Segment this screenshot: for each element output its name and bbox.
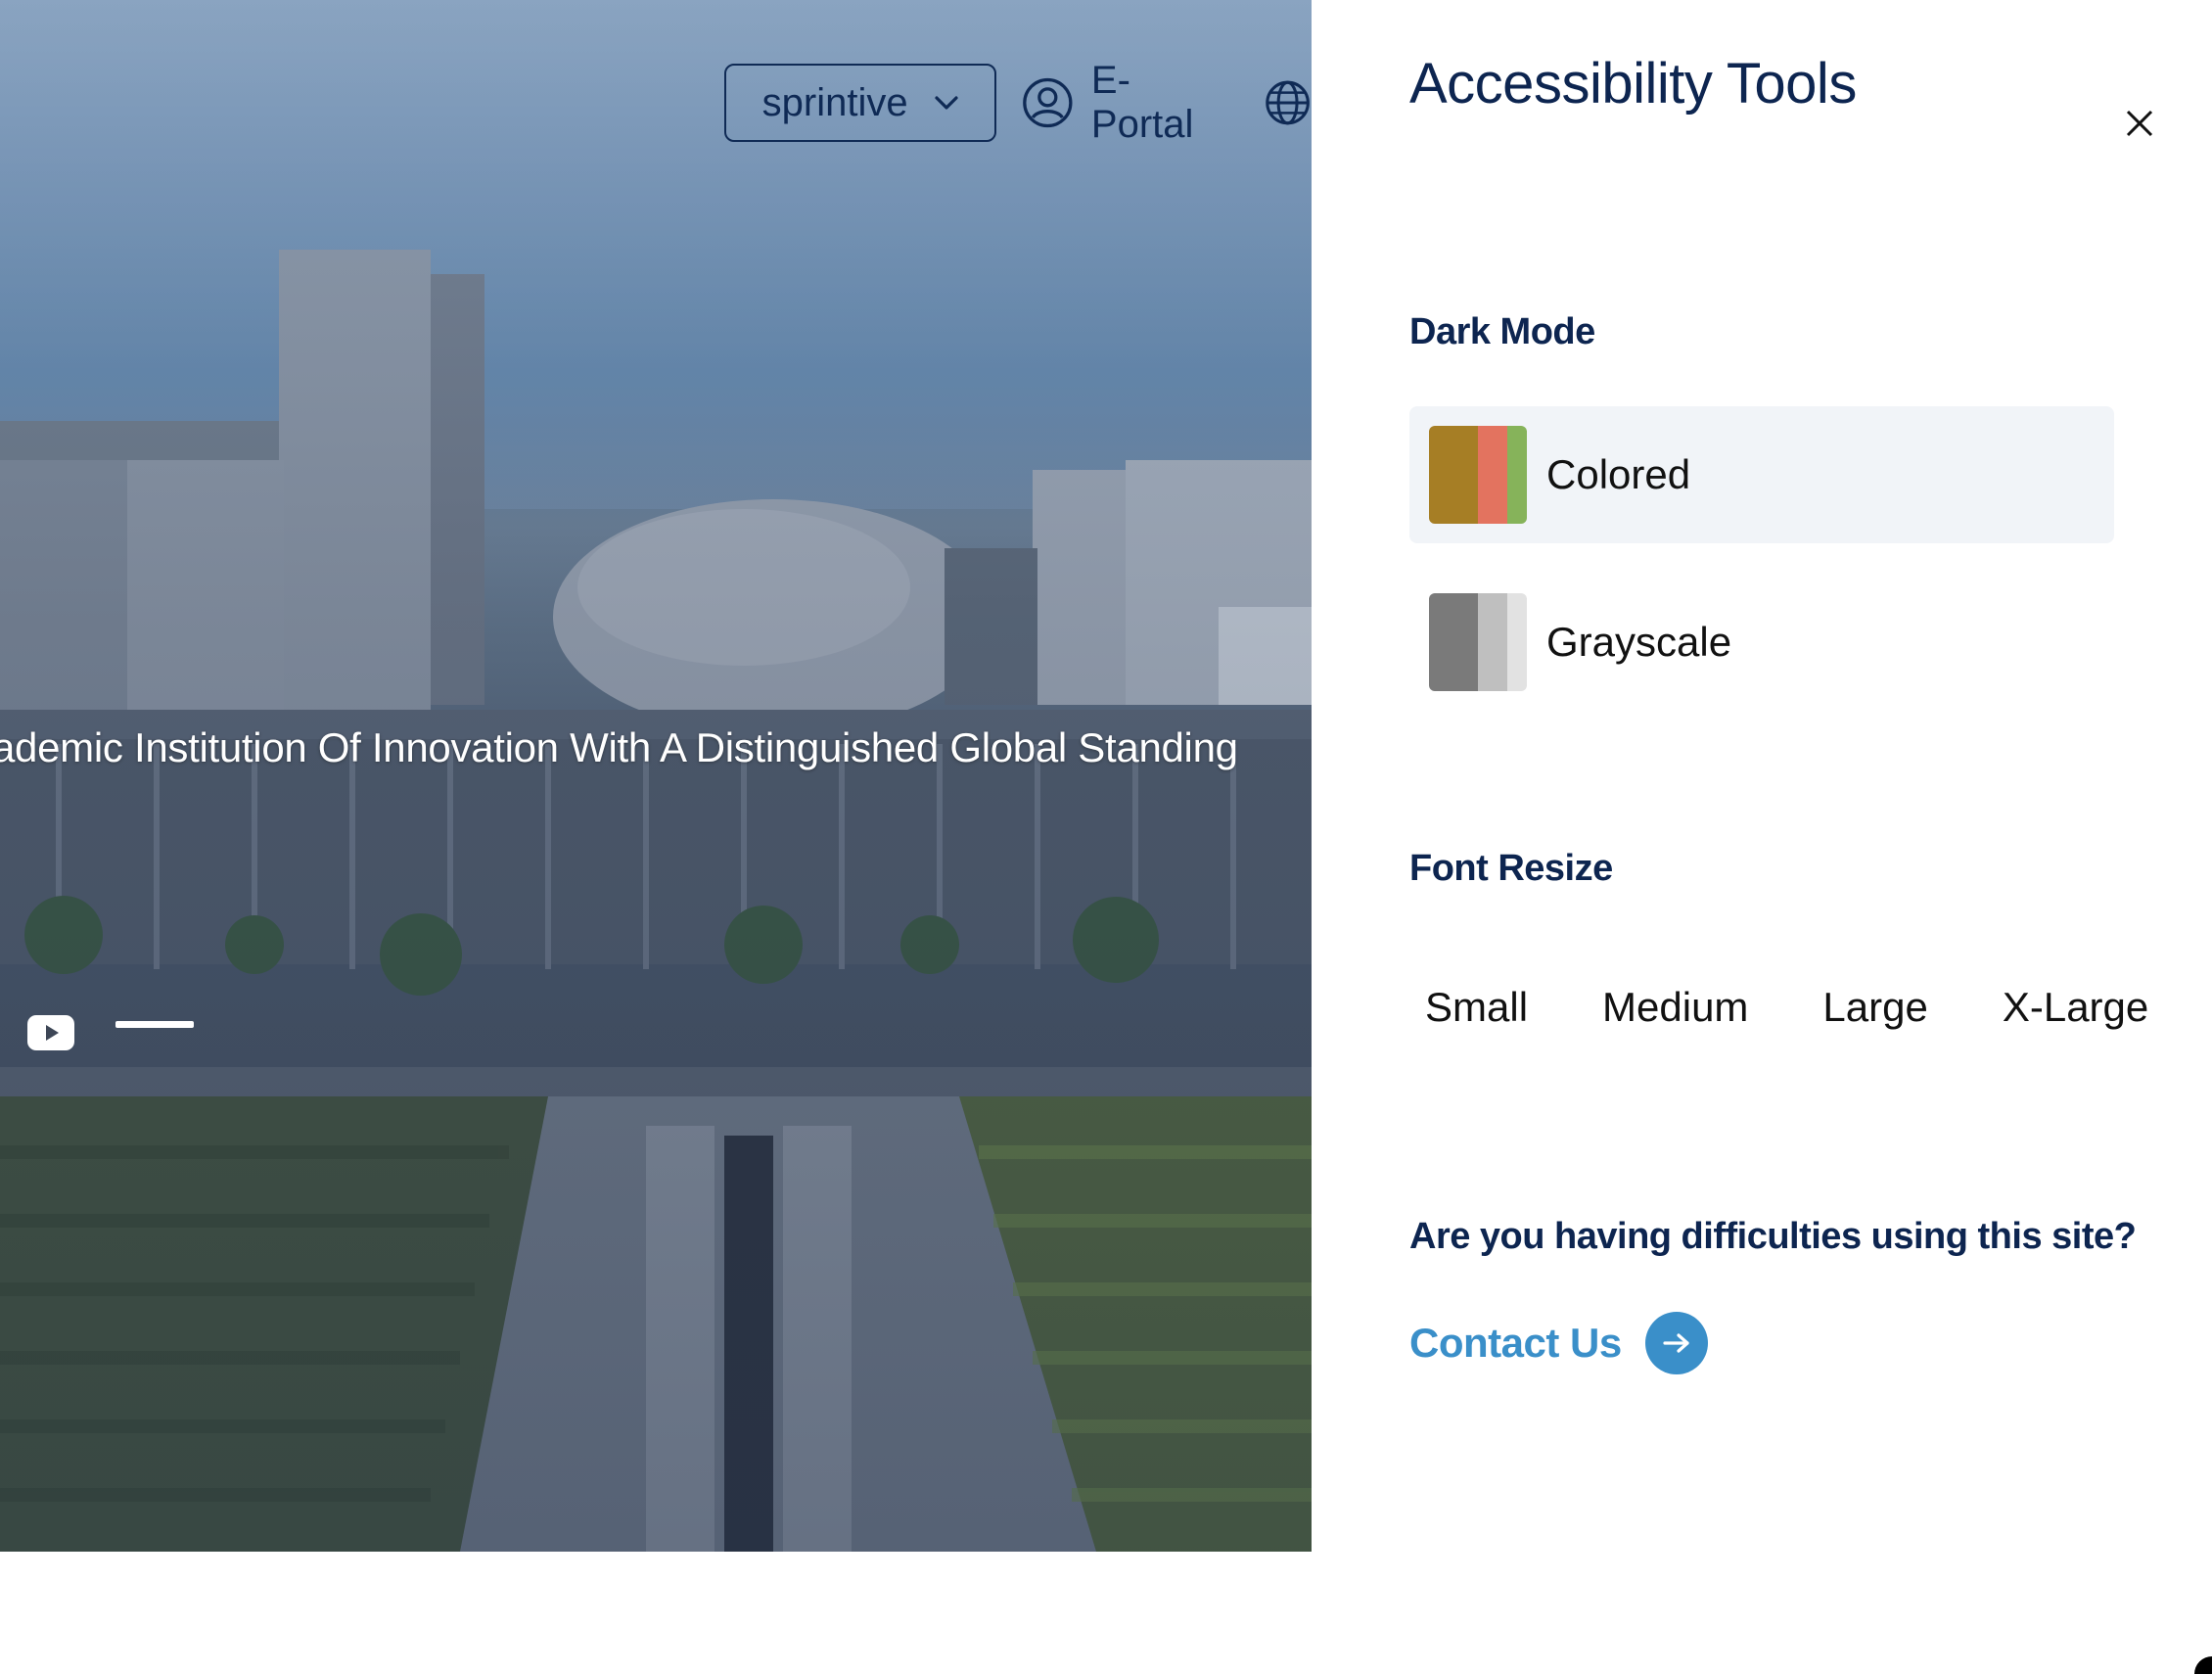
language-select[interactable]: sprintive: [724, 64, 997, 142]
youtube-icon[interactable]: [27, 1015, 74, 1050]
header-nav: sprintive E-Portal: [724, 59, 1312, 146]
contact-us-link[interactable]: Contact Us: [1409, 1312, 1708, 1374]
colored-swatch: [1429, 426, 1527, 524]
chevron-down-icon: [934, 96, 958, 110]
e-portal-link[interactable]: E-Portal: [1022, 59, 1224, 147]
font-size-large[interactable]: Large: [1822, 984, 1927, 1031]
slider-indicator-active[interactable]: [115, 1021, 194, 1028]
user-circle-icon: [1023, 77, 1073, 128]
font-size-x-large[interactable]: X-Large: [2003, 984, 2148, 1031]
font-size-medium[interactable]: Medium: [1602, 984, 1748, 1031]
grayscale-swatch: [1429, 593, 1527, 691]
mode-option-label: Grayscale: [1546, 619, 1732, 665]
mode-option-grayscale[interactable]: Grayscale: [1409, 574, 2114, 711]
dark-mode-heading: Dark Mode: [1409, 311, 1595, 352]
globe-icon[interactable]: [1264, 77, 1312, 128]
accessibility-panel: Accessibility Tools Dark Mode Colored Gr…: [1312, 0, 2212, 1674]
font-resize-heading: Font Resize: [1409, 848, 1613, 889]
close-icon[interactable]: [2120, 104, 2159, 143]
mode-option-colored[interactable]: Colored: [1409, 406, 2114, 543]
font-size-small[interactable]: Small: [1425, 984, 1528, 1031]
help-question: Are you having difficulties using this s…: [1409, 1216, 2137, 1257]
contact-us-label: Contact Us: [1409, 1320, 1622, 1366]
font-size-options: Small Medium Large X-Large: [1425, 984, 2148, 1031]
arrow-right-icon: [1644, 1312, 1708, 1374]
language-select-value: sprintive: [761, 80, 908, 124]
panel-title: Accessibility Tools: [1409, 52, 1857, 116]
hero-overlay: [0, 0, 1312, 1552]
e-portal-label: E-Portal: [1090, 59, 1194, 146]
mode-option-label: Colored: [1546, 451, 1691, 497]
hero-banner: sprintive E-Portal ademic Institution Of…: [0, 0, 1312, 1552]
hero-tagline: ademic Institution Of Innovation With A …: [0, 724, 1238, 770]
